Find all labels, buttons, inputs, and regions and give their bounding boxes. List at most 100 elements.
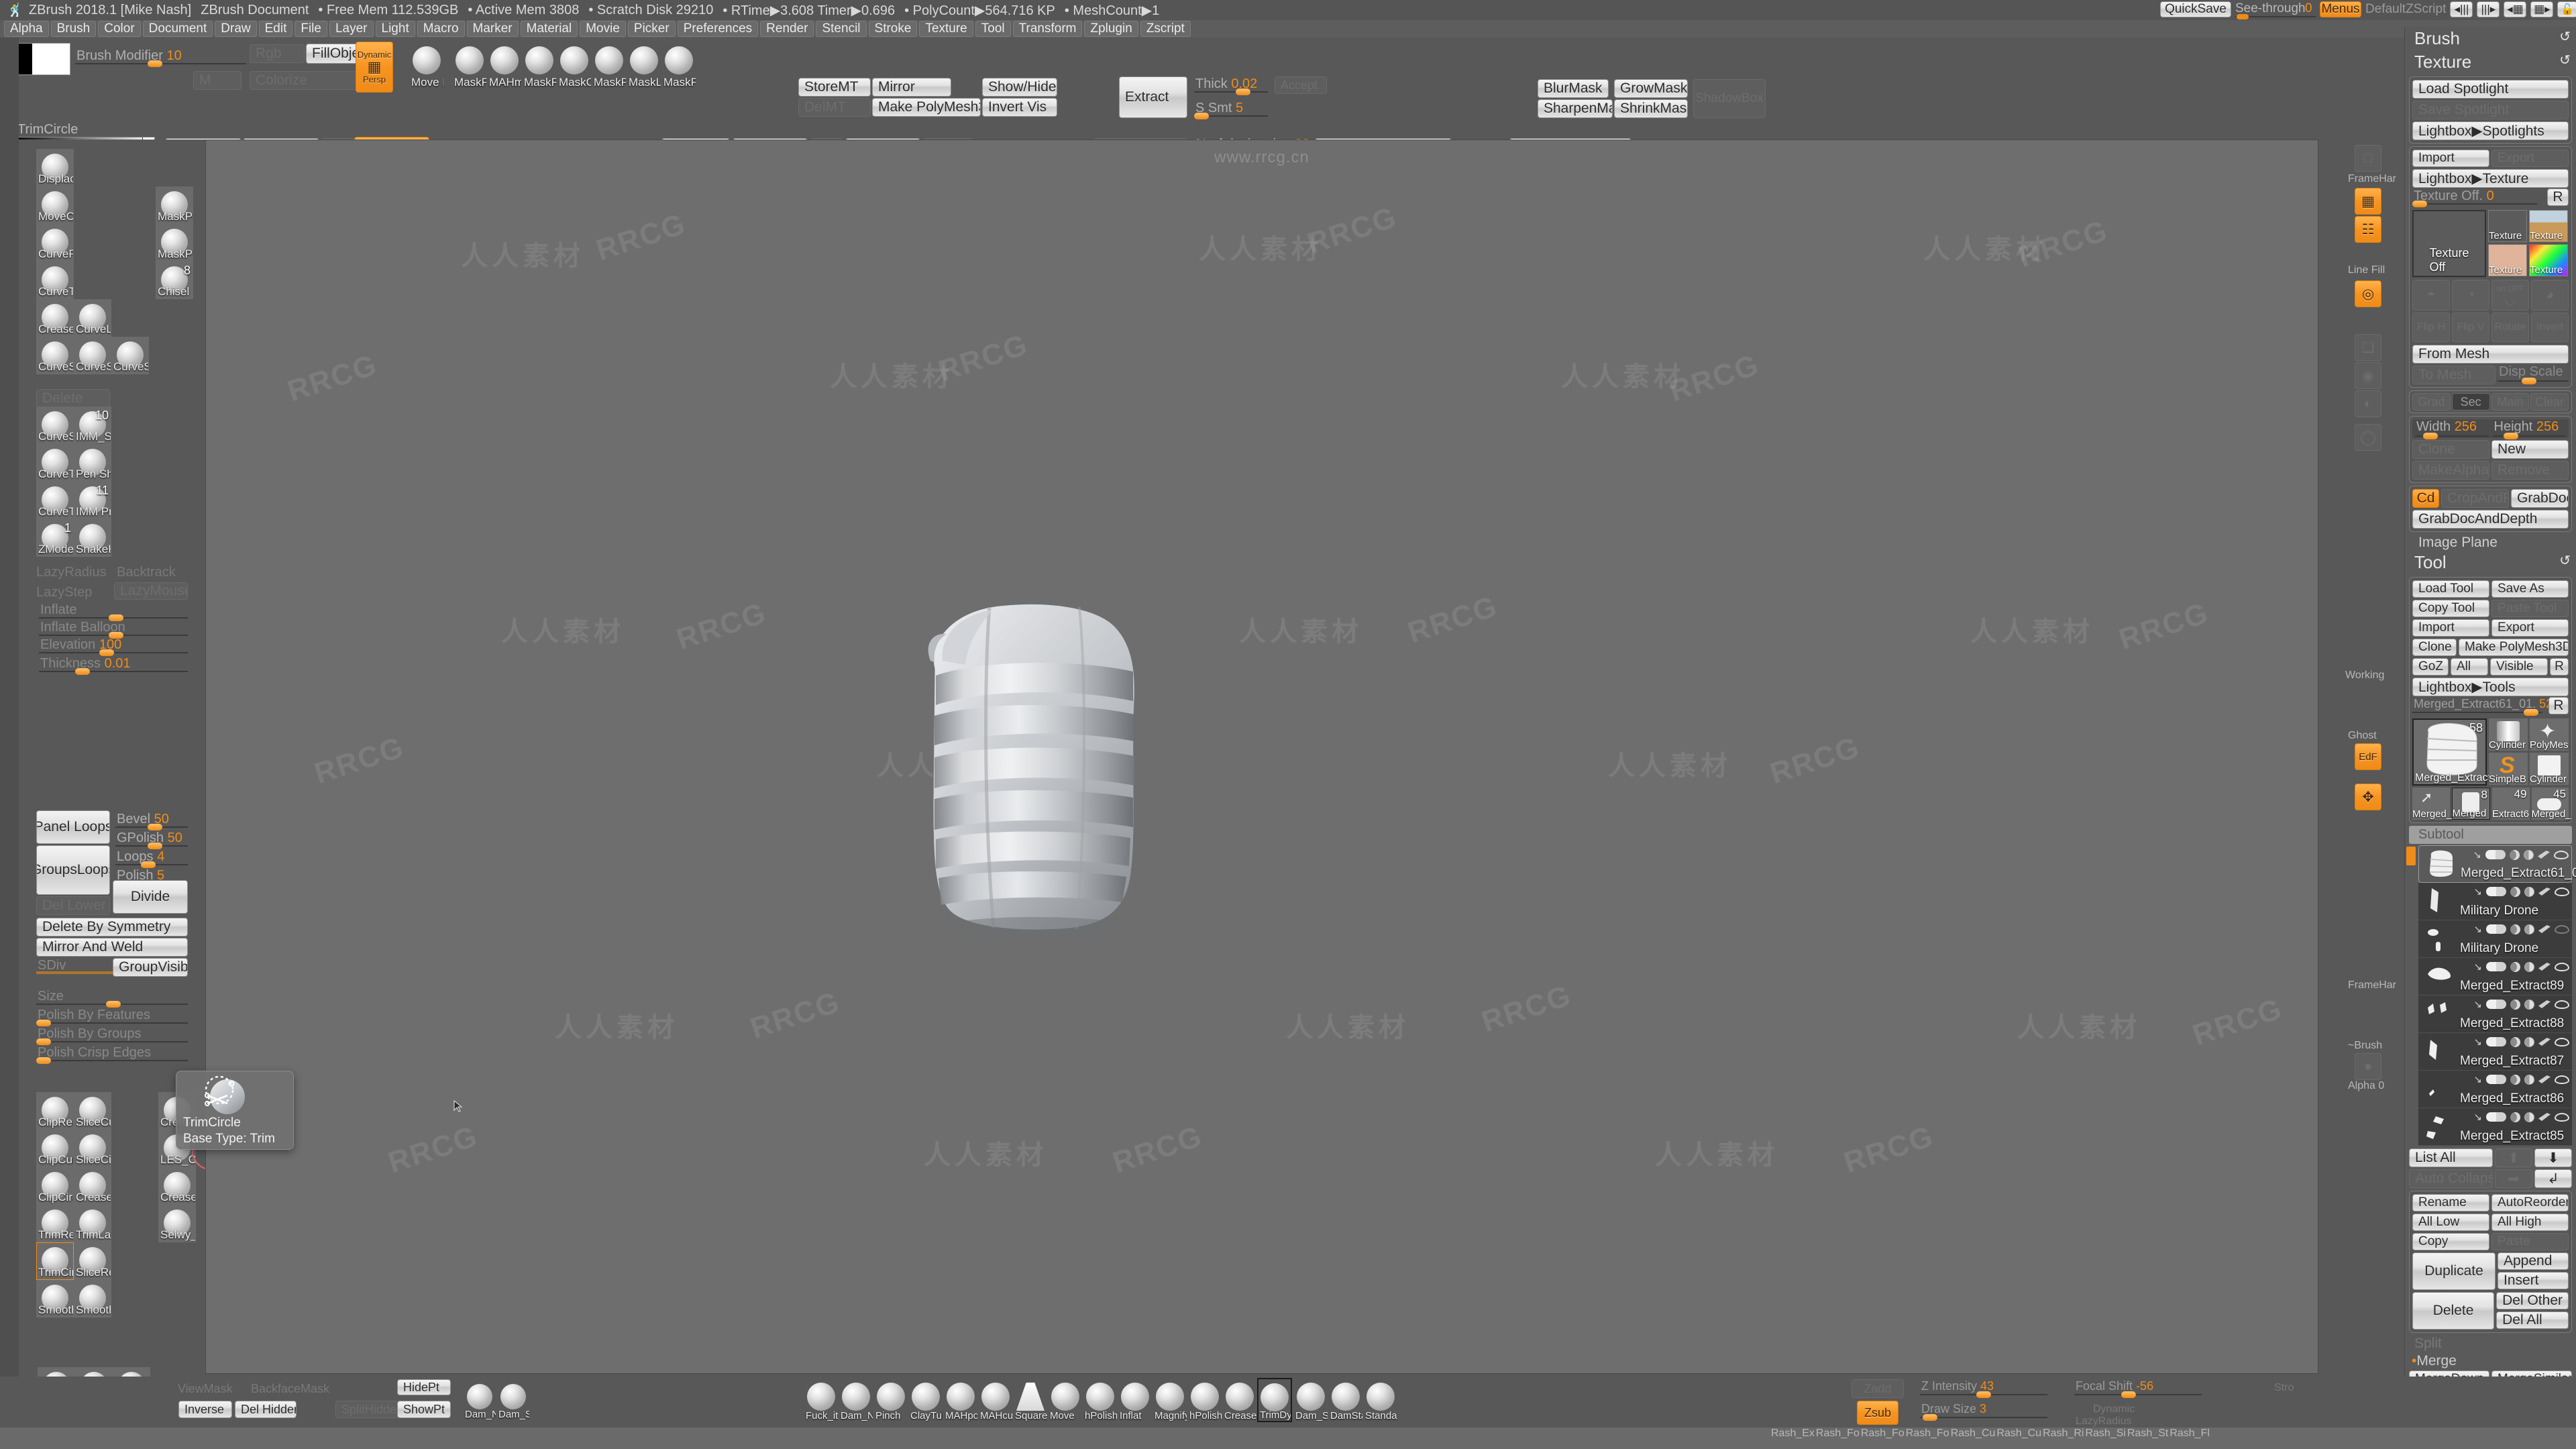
paint-icon[interactable] [2538,1000,2551,1008]
quickpick-14[interactable]: Dam_St [1293,1378,1328,1422]
toolbar-brush-0[interactable]: Move El [409,42,444,90]
menu-picker[interactable]: Picker [628,21,676,37]
brush-chisel[interactable]: 8Chisel [156,262,193,299]
menu-light[interactable]: Light [376,21,415,37]
contrast-icon[interactable] [2524,962,2534,972]
tool-thumb-merged-1[interactable]: ➚ Merged_ [2412,788,2450,820]
visibility-eye-icon[interactable] [2555,1075,2569,1084]
makealpha-button[interactable]: MakeAlpha [2412,461,2489,480]
grabdocanddepth-button[interactable]: GrabDocAndDepth [2412,510,2569,529]
del-hidden-button[interactable]: Del Hidden [235,1401,297,1418]
paint-icon[interactable] [2538,1038,2551,1046]
accept-button[interactable]: Accept [1275,76,1327,94]
contrast-icon[interactable] [2524,1000,2534,1010]
toolbar-brush-3[interactable]: MaskRe [522,42,557,90]
brush-curvepin[interactable]: CurvePin [36,224,74,262]
bottom-brush-dam-stu[interactable]: Dam_Stu [496,1379,530,1421]
tool-thumb-merged-3[interactable]: 45 Merged_ [2532,788,2569,820]
tool-thumb-simplebrush[interactable]: S SimpleB [2489,753,2528,785]
z-intensity-slider[interactable]: Z Intensity 43 [1920,1381,2047,1395]
quickpick-11[interactable]: hPolish [1187,1378,1222,1422]
brush-creasec-2[interactable]: CreaseC [74,1167,111,1205]
rash-item-9[interactable]: Rash_Fl [2169,1428,2210,1449]
texture-swatch-3[interactable]: Texture [2488,244,2527,276]
menu-tool[interactable]: Tool [975,21,1011,37]
polish-by-features-slider[interactable]: Polish By Features [36,1009,188,1024]
autoreorder-button[interactable]: AutoReorder [2491,1194,2569,1212]
scroll-right-icon[interactable]: |||▸ [2477,1,2500,17]
brush-trimrec[interactable]: TrimRec [36,1205,74,1242]
subtool-row-7[interactable]: ↘ Merged_Extract85 [2418,1108,2572,1146]
showpt-button[interactable]: ShowPt [397,1401,451,1418]
quickpick-7[interactable]: Move [1048,1378,1083,1422]
subtool-header[interactable]: Subtool [2409,826,2572,844]
show-hide-all-button[interactable]: Show/HideAll [982,78,1057,97]
tool-thumb-merged-2[interactable]: 8 Merged [2452,788,2491,820]
rail-button-transp[interactable]: ◐ [2355,390,2381,417]
brush-movecu[interactable]: MoveCu [36,186,74,224]
visibility-eye-icon[interactable] [2555,1113,2569,1122]
menu-brush[interactable]: Brush [51,21,97,37]
texture-palette-header[interactable]: Texture ↺ [2405,50,2576,74]
shadowbox-button[interactable]: ShadowBox [1693,79,1766,118]
remove-button[interactable]: Remove [2491,461,2569,480]
inverse-button[interactable]: Inverse [178,1401,232,1418]
tool-load-button[interactable]: Load Tool [2412,580,2489,598]
save-spotlight-button[interactable]: Save Spotlight [2412,101,2569,119]
rash-item-3[interactable]: Rash_Fo [1906,1428,1949,1449]
hidept-button[interactable]: HidePt [397,1379,451,1395]
paint-icon[interactable] [2538,925,2551,933]
polypaint-toggle[interactable] [2486,962,2506,971]
shade-icon[interactable] [2510,1112,2520,1122]
contrast-icon[interactable] [2524,1112,2534,1122]
rail-button-alpha[interactable]: ● [2355,1053,2381,1080]
from-mesh-button[interactable]: From Mesh [2412,345,2569,364]
texture-mode-onoff-icon[interactable]: on OFF◡ [2491,280,2529,311]
rash-item-4[interactable]: Rash_Cu [1951,1428,1996,1449]
quickpick-4[interactable]: MAHpol [943,1378,978,1422]
brush-curvest[interactable]: CurveSt. [111,337,149,374]
quickpick-8[interactable]: hPolish [1083,1378,1118,1422]
clone-button[interactable]: Clone [2412,440,2489,459]
move-subtool-down-button[interactable]: ⬇ [2534,1148,2572,1167]
lightbox-spotlights-button[interactable]: Lightbox▶Spotlights [2412,121,2569,140]
arrow-icon[interactable]: ↘ [2473,998,2482,1010]
loops-slider[interactable]: Loops 4 [115,851,188,865]
quicksave-button[interactable]: QuickSave [2160,1,2231,17]
subtool-row-4[interactable]: ↘ Merged_Extract88 [2418,996,2572,1033]
quickpick-3[interactable]: ClayTub [908,1378,943,1422]
bottom-brush-dam-na[interactable]: Dam_Na [463,1379,496,1421]
brush-modifier-slider[interactable]: Brush Modifier 10 [75,50,246,64]
subtool-list[interactable]: ↘ Merged_Extract61_01 ↘ [2409,845,2572,1146]
paint-icon[interactable] [2538,1075,2551,1083]
visibility-eye-icon[interactable] [2555,1038,2569,1046]
height-slider[interactable]: Height 256 [2493,421,2567,437]
arrow-icon[interactable]: ↘ [2473,1036,2482,1048]
arrow-icon[interactable]: ↘ [2473,923,2482,935]
brush-smooth-2[interactable]: Smooth [74,1280,111,1318]
arrow-icon[interactable]: ↘ [2473,961,2482,973]
append-button[interactable]: Append [2498,1252,2569,1270]
subtool-icons[interactable]: ↘ [2473,885,2569,898]
texture-reset-icon[interactable]: ↺ [2559,52,2571,68]
toolbar-brush-1[interactable]: MaskPen [452,42,487,90]
new-button[interactable]: New [2491,440,2569,459]
rail-button-floor[interactable]: ☷ [2355,216,2381,243]
menu-color[interactable]: Color [98,21,140,37]
brush-trimlas[interactable]: TrimLas [74,1205,111,1242]
contrast-icon[interactable] [2524,924,2534,934]
del-all-button[interactable]: Del All [2496,1311,2569,1329]
toolbar-brush-6[interactable]: MaskLas [627,42,661,90]
lock-icon[interactable]: 🔓 [2557,1,2576,17]
tool-r-button[interactable]: R [2548,697,2569,714]
mirror-and-weld-button[interactable]: Mirror And Weld [36,938,188,957]
menu-marker[interactable]: Marker [467,21,519,37]
contrast-icon[interactable] [2524,850,2534,860]
subtool-icons[interactable]: ↘ [2473,923,2569,935]
brush-curvesn[interactable]: CurveSn [74,337,111,374]
menu-movie[interactable]: Movie [580,21,626,37]
viewmask-label[interactable]: ViewMask [178,1382,233,1396]
subtool-icons[interactable]: ↘ [2473,961,2569,973]
focal-shift-slider[interactable]: Focal Shift -56 [2074,1381,2202,1395]
brush-selwy-fo[interactable]: Selwy_Fo [158,1205,196,1242]
